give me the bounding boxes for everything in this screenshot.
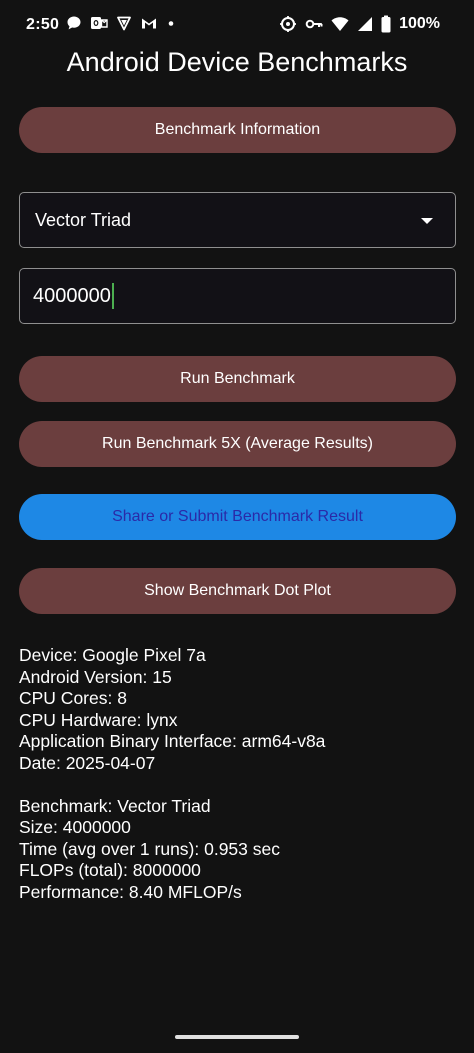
key-icon [305,16,323,32]
notification-dot-icon [166,15,176,31]
run-benchmark-button[interactable]: Run Benchmark [19,356,456,402]
size-input-value: 4000000 [33,284,111,307]
battery-icon [381,15,391,33]
date-line: Date: 2025-04-07 [19,752,156,773]
gmail-icon [140,15,158,31]
benchmark-line: Benchmark: Vector Triad [19,795,211,816]
show-dot-plot-label: Show Benchmark Dot Plot [144,582,331,599]
wifi-icon [331,16,349,32]
run-benchmark-5x-label: Run Benchmark 5X (Average Results) [102,435,373,452]
run-benchmark-label: Run Benchmark [180,370,295,387]
dropdown-arrow-icon[interactable] [421,218,433,224]
performance-line: Performance: 8.40 MFLOP/s [19,881,242,902]
run-benchmark-5x-button[interactable]: Run Benchmark 5X (Average Results) [19,421,456,467]
status-left-icons [66,15,176,31]
time-line: Time (avg over 1 runs): 0.953 sec [19,838,280,859]
results-text: Device: Google Pixel 7a Android Version:… [19,645,325,903]
page-title: Android Device Benchmarks [66,47,408,77]
android-version-line: Android Version: 15 [19,666,172,687]
outlook-icon [90,15,108,31]
benchmark-select[interactable]: Vector Triad [19,192,456,248]
cellular-icon [357,16,373,32]
vpn-shield-icon [116,15,132,31]
abi-line: Application Binary Interface: arm64-v8a [19,731,326,751]
cpu-hardware-line: CPU Hardware: lynx [19,709,178,730]
show-dot-plot-button[interactable]: Show Benchmark Dot Plot [19,568,456,614]
size-line: Size: 4000000 [19,817,131,837]
size-input[interactable]: 4000000 [19,268,456,324]
benchmark-select-value: Vector Triad [35,210,132,230]
cpu-cores-line: CPU Cores: 8 [19,688,127,708]
chat-icon [66,15,82,31]
status-time: 2:50 [26,16,60,33]
hotspot-icon [279,15,297,33]
share-submit-label: Share or Submit Benchmark Result [112,508,363,525]
size-input-value-wrapper: 4000000 [33,283,114,309]
status-right-icons: 100% [279,15,440,33]
battery-percent: 100% [399,15,440,32]
text-cursor [111,283,114,309]
device-line: Device: Google Pixel 7a [19,645,206,665]
benchmark-information-button[interactable]: Benchmark Information [19,107,456,153]
share-submit-button[interactable]: Share or Submit Benchmark Result [19,494,456,540]
benchmark-information-label: Benchmark Information [154,121,321,138]
flops-line: FLOPs (total): 8000000 [19,860,201,880]
home-gesture-bar[interactable] [175,1035,299,1039]
